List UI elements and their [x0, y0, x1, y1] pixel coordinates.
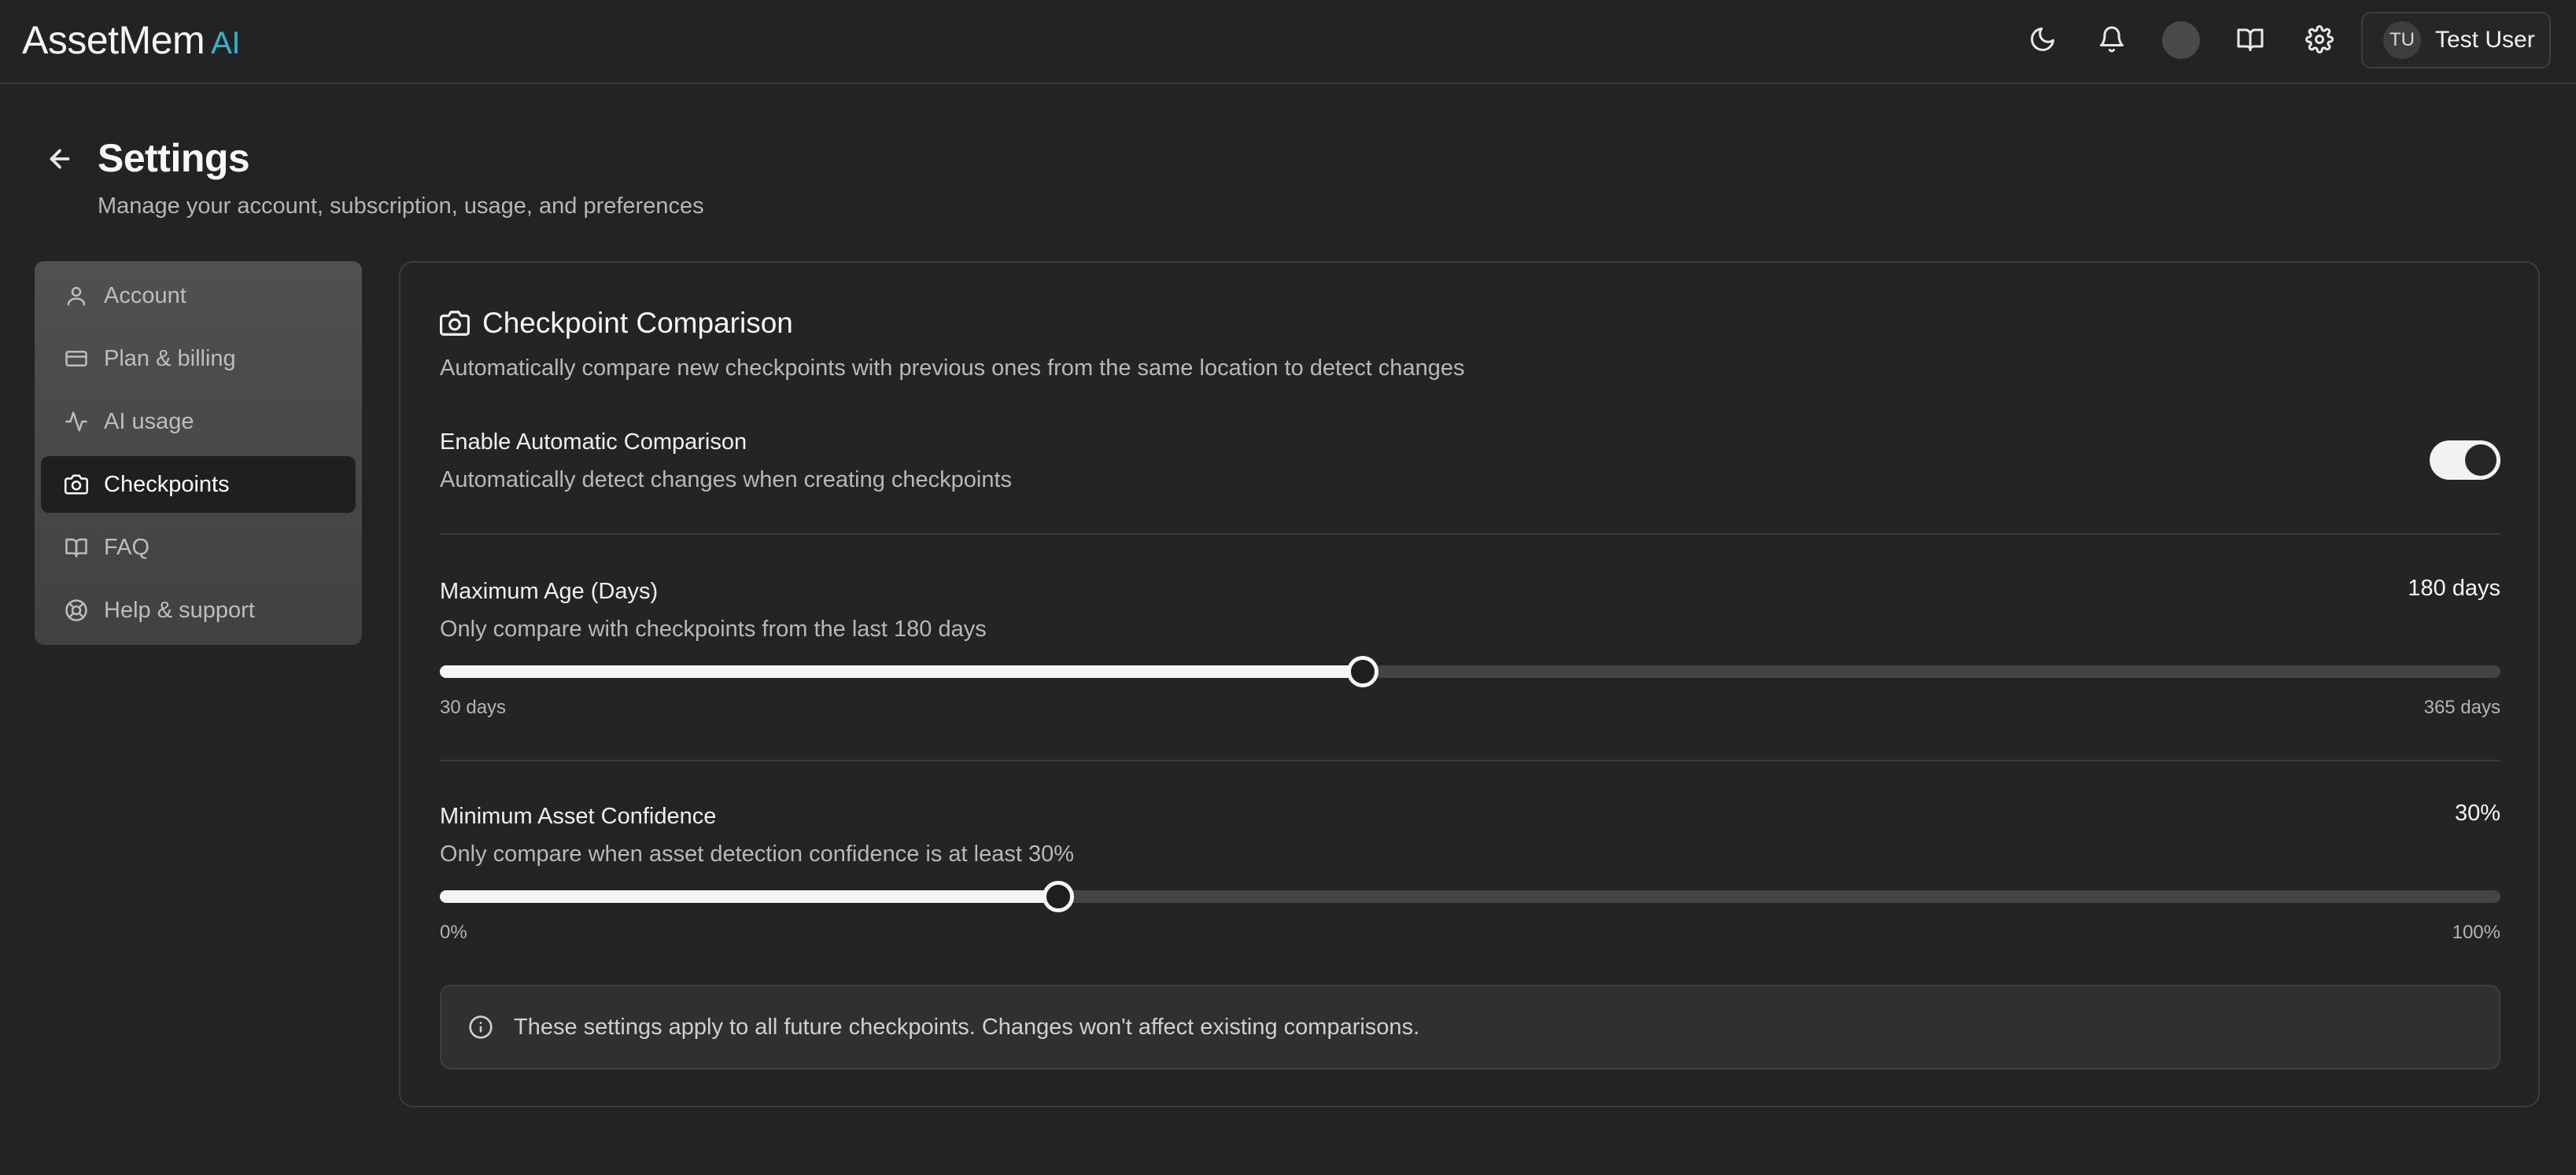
- top-bar: AssetMem AI TU Test User: [0, 0, 2576, 84]
- toggle-knob: [2465, 444, 2497, 476]
- divider: [440, 533, 2500, 535]
- activity-icon: [65, 411, 87, 432]
- max-age-min-label: 30 days: [440, 697, 507, 718]
- credit-card-icon: [65, 351, 87, 366]
- confidence-max-label: 100%: [2452, 922, 2500, 943]
- slider-fill: [440, 890, 1058, 903]
- max-age-max-label: 365 days: [2423, 697, 2500, 718]
- confidence-value: 30%: [2454, 801, 2500, 826]
- info-note: These settings apply to all future check…: [440, 985, 2500, 1070]
- settings-sidebar: Account Plan & billing AI usage Checkpoi…: [35, 261, 362, 645]
- max-age-value: 180 days: [2408, 576, 2500, 601]
- sidebar-item-help-support[interactable]: Help & support: [41, 582, 356, 639]
- card-description: Automatically compare new checkpoints wi…: [440, 355, 1465, 381]
- max-age-slider[interactable]: [440, 656, 2500, 687]
- sidebar-item-label: Account: [104, 282, 186, 308]
- confidence-label: Minimum Asset Confidence: [440, 804, 717, 829]
- sidebar-item-label: AI usage: [104, 408, 194, 434]
- confidence-sub: Only compare when asset detection confid…: [440, 842, 1075, 867]
- back-arrow-icon[interactable]: [46, 145, 74, 173]
- brand-suffix: AI: [211, 26, 240, 61]
- slider-thumb[interactable]: [1346, 656, 1378, 687]
- checkpoint-comparison-card: Checkpoint Comparison Automatically comp…: [399, 261, 2540, 1107]
- book-open-icon[interactable]: [2233, 22, 2268, 57]
- camera-icon: [440, 311, 470, 336]
- divider: [440, 760, 2500, 761]
- status-dot[interactable]: [2162, 21, 2200, 59]
- user-menu-button[interactable]: TU Test User: [2361, 12, 2551, 68]
- page-subtitle: Manage your account, subscription, usage…: [98, 193, 704, 219]
- card-header: Checkpoint Comparison: [440, 307, 793, 340]
- moon-icon[interactable]: [2025, 22, 2060, 57]
- sidebar-item-label: FAQ: [104, 534, 150, 560]
- user-name: Test User: [2435, 27, 2535, 53]
- card-title: Checkpoint Comparison: [482, 307, 793, 339]
- sidebar-item-plan-billing[interactable]: Plan & billing: [41, 330, 356, 387]
- sidebar-item-checkpoints[interactable]: Checkpoints: [41, 456, 356, 513]
- sidebar-item-ai-usage[interactable]: AI usage: [41, 393, 356, 450]
- avatar: TU: [2383, 21, 2421, 59]
- info-icon: [469, 1015, 493, 1039]
- page-title: Settings: [98, 136, 250, 180]
- auto-comparison-label: Enable Automatic Comparison: [440, 429, 747, 455]
- sidebar-item-label: Plan & billing: [104, 345, 236, 371]
- auto-comparison-sub: Automatically detect changes when creati…: [440, 467, 1013, 492]
- confidence-slider[interactable]: [440, 881, 2500, 912]
- sidebar-item-faq[interactable]: FAQ: [41, 519, 356, 576]
- sidebar-item-label: Checkpoints: [104, 471, 230, 497]
- brand-logo[interactable]: AssetMem AI: [22, 17, 240, 63]
- brand-name: AssetMem: [22, 18, 205, 62]
- max-age-label: Maximum Age (Days): [440, 579, 659, 604]
- camera-icon: [65, 474, 88, 495]
- slider-thumb[interactable]: [1042, 881, 1074, 912]
- book-open-icon: [65, 538, 87, 558]
- max-age-sub: Only compare with checkpoints from the l…: [440, 617, 987, 642]
- info-note-text: These settings apply to all future check…: [514, 1014, 1420, 1040]
- gear-icon[interactable]: [2302, 22, 2337, 57]
- auto-comparison-toggle[interactable]: [2430, 440, 2500, 480]
- life-buoy-icon: [65, 599, 87, 621]
- slider-fill: [440, 665, 1363, 678]
- confidence-min-label: 0%: [440, 922, 467, 943]
- bell-icon[interactable]: [2094, 22, 2129, 57]
- user-icon: [67, 286, 86, 306]
- sidebar-item-account[interactable]: Account: [41, 267, 356, 324]
- sidebar-item-label: Help & support: [104, 597, 255, 623]
